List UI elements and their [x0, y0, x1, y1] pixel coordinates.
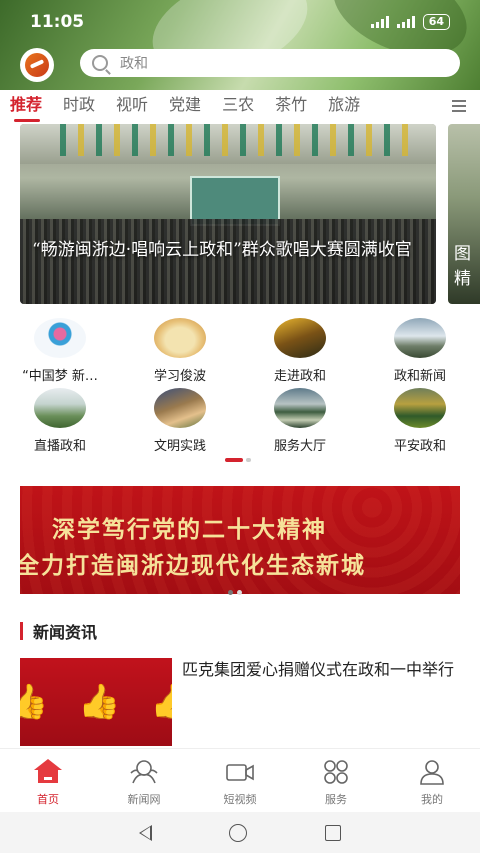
service-hall-icon	[274, 388, 326, 428]
thumbs-up-icon: 👍	[20, 682, 49, 722]
news-list-item[interactable]: 👍 👍 👍 匹克集团爱心捐赠仪式在政和一中举行	[20, 658, 460, 746]
banner-caption: “畅游闽浙边·唱响云上政和”群众歌唱大赛圆满收官	[32, 240, 412, 260]
tab-politics[interactable]: 时政	[63, 90, 95, 124]
tab-tourism[interactable]: 旅游	[328, 90, 360, 124]
grid-item-label: 走进政和	[273, 369, 326, 384]
system-navigation-bar	[0, 812, 480, 853]
chinese-dream-icon	[34, 318, 86, 358]
back-icon[interactable]	[138, 824, 152, 841]
category-tabs: 推荐 时政 视听 党建 三农 茶竹 旅游	[0, 90, 480, 124]
nav-label: 服务	[325, 793, 347, 806]
grid-page-indicator	[225, 458, 251, 462]
search-icon	[92, 55, 108, 71]
promo-page-indicator	[228, 590, 242, 595]
page-dot	[237, 590, 242, 595]
grid-icon	[324, 760, 348, 784]
battery-icon: 64	[422, 14, 450, 30]
status-icons: 64	[370, 14, 450, 30]
tab-agriculture[interactable]: 三农	[222, 90, 254, 124]
grid-item-label: 学习俊波	[153, 369, 206, 384]
grid-item-chinese-dream[interactable]: “中国梦 新…	[0, 318, 120, 384]
civilization-icon	[154, 388, 206, 428]
search-bar[interactable]: 政和	[80, 49, 460, 77]
news-thumbnail: 👍 👍 👍	[20, 658, 172, 746]
tab-audiovisual[interactable]: 视听	[116, 90, 148, 124]
page-dot	[246, 458, 251, 462]
tab-recommend[interactable]: 推荐	[10, 90, 42, 124]
grid-item-news[interactable]: 政和新闻	[360, 318, 480, 384]
banner-flags	[60, 124, 410, 156]
news-site-icon	[130, 760, 158, 784]
app-logo[interactable]	[20, 48, 54, 82]
grid-item-label: “中国梦 新…	[22, 369, 98, 384]
nav-label: 首页	[37, 793, 59, 806]
promo-line-2: 全力打造闽浙边现代化生态新城	[20, 552, 366, 579]
section-accent-bar	[20, 622, 23, 640]
recent-apps-icon[interactable]	[325, 824, 342, 841]
signal-icon	[370, 16, 389, 28]
nav-news-site[interactable]: 新闻网	[96, 749, 192, 812]
thumbs-up-icon: 👍	[78, 682, 121, 722]
grid-item-civilization[interactable]: 文明实践	[120, 388, 240, 454]
nav-home[interactable]: 首页	[0, 749, 96, 812]
news-icon	[394, 318, 446, 358]
grid-item-label: 服务大厅	[273, 439, 326, 454]
news-title: 匹克集团爱心捐赠仪式在政和一中举行	[182, 660, 455, 679]
promo-banner[interactable]: 深学笃行党的二十大精神 全力打造闽浙边现代化生态新城	[20, 486, 460, 594]
bottom-navigation: 首页 新闻网 短视频 服务 我的	[0, 748, 480, 812]
page-dot-active	[228, 590, 233, 595]
signal-icon	[396, 16, 415, 28]
nav-service[interactable]: 服务	[288, 749, 384, 812]
news-section-header: 新闻资讯	[20, 619, 97, 643]
home-icon	[33, 759, 63, 785]
page-dot-active	[225, 458, 243, 462]
header: 11:05 64 政和	[0, 0, 480, 90]
tab-party[interactable]: 党建	[169, 90, 201, 124]
promo-line-1: 深学笃行党的二十大精神	[52, 516, 327, 543]
study-icon	[154, 318, 206, 358]
nav-label: 我的	[421, 793, 443, 806]
grid-item-label: 政和新闻	[393, 369, 446, 384]
hero-banner[interactable]: “畅游闽浙边·唱响云上政和”群众歌唱大赛圆满收官	[20, 124, 436, 304]
grid-item-safety[interactable]: 平安政和	[360, 388, 480, 454]
grid-item-study[interactable]: 学习俊波	[120, 318, 240, 384]
grid-item-label: 平安政和	[393, 439, 446, 454]
section-title: 新闻资讯	[33, 623, 98, 642]
home-circle-icon[interactable]	[229, 823, 248, 842]
user-icon	[420, 760, 444, 785]
next-banner-preview[interactable]: 图 精	[448, 124, 480, 304]
explore-icon	[274, 318, 326, 358]
search-placeholder: 政和	[120, 56, 148, 72]
nav-profile[interactable]: 我的	[384, 749, 480, 812]
video-camera-icon	[226, 764, 254, 781]
status-time: 11:05	[30, 12, 85, 32]
safety-icon	[394, 388, 446, 428]
next-banner-caption: 图 精	[454, 244, 471, 289]
nav-label: 短视频	[223, 793, 257, 806]
nav-short-video[interactable]: 短视频	[192, 749, 288, 812]
grid-item-explore[interactable]: 走进政和	[240, 318, 360, 384]
nav-label: 新闻网	[127, 793, 161, 806]
live-icon	[34, 388, 86, 428]
grid-item-label: 文明实践	[153, 439, 206, 454]
grid-item-service-hall[interactable]: 服务大厅	[240, 388, 360, 454]
thumbs-up-icon: 👍	[150, 682, 172, 722]
grid-item-label: 直播政和	[33, 439, 86, 454]
grid-item-live[interactable]: 直播政和	[0, 388, 120, 454]
logo-mark-icon	[25, 53, 49, 77]
tab-tea-bamboo[interactable]: 茶竹	[275, 90, 307, 124]
tab-menu-icon[interactable]	[452, 100, 466, 115]
